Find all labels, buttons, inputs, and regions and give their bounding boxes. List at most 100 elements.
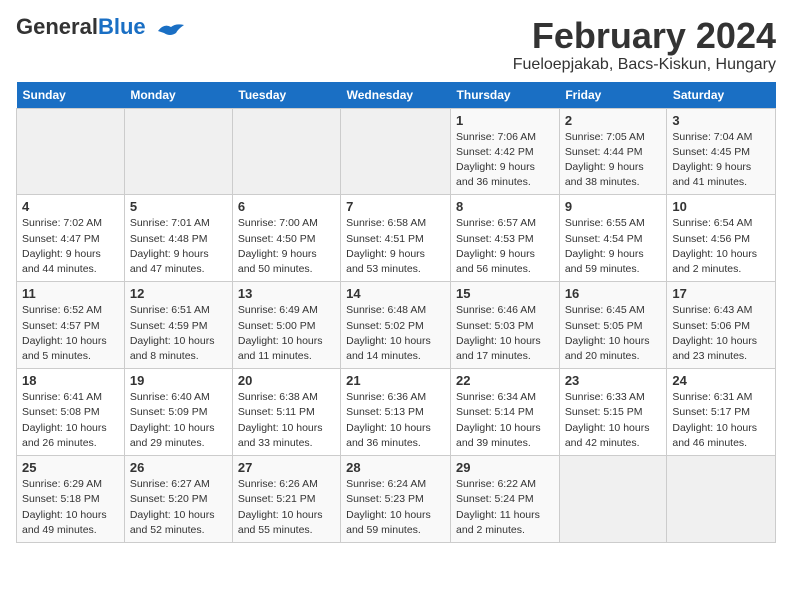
day-cell: 14 Sunrise: 6:48 AMSunset: 5:02 PMDayligh… (341, 282, 451, 369)
day-number: 1 (456, 113, 554, 128)
weekday-header-friday: Friday (559, 82, 667, 109)
day-cell: 25 Sunrise: 6:29 AMSunset: 5:18 PMDayligh… (17, 456, 125, 543)
day-info: Sunrise: 6:48 AMSunset: 5:02 PMDaylight:… (346, 303, 445, 364)
day-cell: 11 Sunrise: 6:52 AMSunset: 4:57 PMDayligh… (17, 282, 125, 369)
day-number: 20 (238, 373, 335, 388)
day-number: 19 (130, 373, 227, 388)
day-number: 3 (672, 113, 770, 128)
day-cell: 12Sunrise: 6:51 AMSunset: 4:59 PMDayligh… (124, 282, 232, 369)
day-number: 4 (22, 199, 119, 214)
day-cell: 4Sunrise: 7:02 AMSunset: 4:47 PMDaylight… (17, 195, 125, 282)
calendar-table: SundayMondayTuesdayWednesdayThursdayFrid… (16, 82, 776, 543)
day-number: 21 (346, 373, 445, 388)
day-number: 27 (238, 460, 335, 475)
day-info: Sunrise: 6:38 AMSunset: 5:11 PMDaylight:… (238, 390, 335, 451)
day-cell: 22 Sunrise: 6:34 AMSunset: 5:14 PMDayligh… (451, 369, 560, 456)
day-info: Sunrise: 6:58 AMSunset: 4:51 PMDaylight:… (346, 216, 445, 277)
day-cell: 10Sunrise: 6:54 AMSunset: 4:56 PMDayligh… (667, 195, 776, 282)
day-cell: 7Sunrise: 6:58 AMSunset: 4:51 PMDaylight… (341, 195, 451, 282)
day-cell: 29 Sunrise: 6:22 AMSunset: 5:24 PMDayligh… (451, 456, 560, 543)
day-info: Sunrise: 6:43 AMSunset: 5:06 PMDaylight:… (672, 303, 770, 364)
logo-bird-icon (156, 21, 186, 39)
day-cell: 15Sunrise: 6:46 AMSunset: 5:03 PMDayligh… (451, 282, 560, 369)
week-row-1: 1 Sunrise: 7:06 AMSunset: 4:42 PMDaylight… (17, 108, 776, 195)
day-number: 8 (456, 199, 554, 214)
day-cell (124, 108, 232, 195)
day-cell (559, 456, 667, 543)
weekday-header-tuesday: Tuesday (232, 82, 340, 109)
day-info: Sunrise: 6:40 AMSunset: 5:09 PMDaylight:… (130, 390, 227, 451)
day-info: Sunrise: 6:52 AMSunset: 4:57 PMDaylight:… (22, 303, 119, 364)
day-info: Sunrise: 6:45 AMSunset: 5:05 PMDaylight:… (565, 303, 662, 364)
day-number: 10 (672, 199, 770, 214)
day-cell: 20 Sunrise: 6:38 AMSunset: 5:11 PMDayligh… (232, 369, 340, 456)
day-info: Sunrise: 6:34 AMSunset: 5:14 PMDaylight:… (456, 390, 554, 451)
day-cell (667, 456, 776, 543)
weekday-header-sunday: Sunday (17, 82, 125, 109)
day-info: Sunrise: 6:27 AMSunset: 5:20 PMDaylight:… (130, 477, 227, 538)
week-row-4: 18 Sunrise: 6:41 AMSunset: 5:08 PMDayligh… (17, 369, 776, 456)
day-info: Sunrise: 7:00 AMSunset: 4:50 PMDaylight:… (238, 216, 335, 277)
day-number: 17 (672, 286, 770, 301)
day-number: 12 (130, 286, 227, 301)
day-cell: 19 Sunrise: 6:40 AMSunset: 5:09 PMDayligh… (124, 369, 232, 456)
day-number: 11 (22, 286, 119, 301)
day-cell (17, 108, 125, 195)
day-number: 9 (565, 199, 662, 214)
day-info: Sunrise: 7:01 AMSunset: 4:48 PMDaylight:… (130, 216, 227, 277)
day-number: 16 (565, 286, 662, 301)
title-area: February 2024 Fueloepjakab, Bacs-Kiskun,… (513, 16, 776, 74)
weekday-header-row: SundayMondayTuesdayWednesdayThursdayFrid… (17, 82, 776, 109)
day-number: 6 (238, 199, 335, 214)
day-info: Sunrise: 7:04 AMSunset: 4:45 PMDaylight:… (672, 130, 770, 191)
day-number: 28 (346, 460, 445, 475)
day-info: Sunrise: 6:26 AMSunset: 5:21 PMDaylight:… (238, 477, 335, 538)
location-title: Fueloepjakab, Bacs-Kiskun, Hungary (513, 56, 776, 74)
day-number: 13 (238, 286, 335, 301)
day-cell: 1 Sunrise: 7:06 AMSunset: 4:42 PMDaylight… (451, 108, 560, 195)
day-number: 18 (22, 373, 119, 388)
day-info: Sunrise: 6:49 AMSunset: 5:00 PMDaylight:… (238, 303, 335, 364)
logo-general: General (16, 14, 98, 39)
day-cell: 9Sunrise: 6:55 AMSunset: 4:54 PMDaylight… (559, 195, 667, 282)
day-cell: 23 Sunrise: 6:33 AMSunset: 5:15 PMDayligh… (559, 369, 667, 456)
weekday-header-saturday: Saturday (667, 82, 776, 109)
day-cell: 16 Sunrise: 6:45 AMSunset: 5:05 PMDayligh… (559, 282, 667, 369)
day-cell: 24Sunrise: 6:31 AMSunset: 5:17 PMDayligh… (667, 369, 776, 456)
day-info: Sunrise: 7:06 AMSunset: 4:42 PMDaylight:… (456, 130, 554, 191)
day-info: Sunrise: 6:33 AMSunset: 5:15 PMDaylight:… (565, 390, 662, 451)
page-header: GeneralBlue February 2024 Fueloepjakab, … (16, 16, 776, 74)
week-row-5: 25 Sunrise: 6:29 AMSunset: 5:18 PMDayligh… (17, 456, 776, 543)
day-info: Sunrise: 6:24 AMSunset: 5:23 PMDaylight:… (346, 477, 445, 538)
logo-text: GeneralBlue (16, 14, 152, 39)
weekday-header-wednesday: Wednesday (341, 82, 451, 109)
day-number: 25 (22, 460, 119, 475)
weekday-header-thursday: Thursday (451, 82, 560, 109)
day-cell: 13 Sunrise: 6:49 AMSunset: 5:00 PMDayligh… (232, 282, 340, 369)
day-number: 23 (565, 373, 662, 388)
day-info: Sunrise: 6:41 AMSunset: 5:08 PMDaylight:… (22, 390, 119, 451)
calendar-body: 1 Sunrise: 7:06 AMSunset: 4:42 PMDaylight… (17, 108, 776, 542)
day-number: 22 (456, 373, 554, 388)
day-info: Sunrise: 6:29 AMSunset: 5:18 PMDaylight:… (22, 477, 119, 538)
day-number: 2 (565, 113, 662, 128)
day-cell: 2Sunrise: 7:05 AMSunset: 4:44 PMDaylight… (559, 108, 667, 195)
day-cell: 3 Sunrise: 7:04 AMSunset: 4:45 PMDaylight… (667, 108, 776, 195)
day-cell: 8 Sunrise: 6:57 AMSunset: 4:53 PMDaylight… (451, 195, 560, 282)
logo-blue: Blue (98, 14, 146, 39)
day-cell: 27 Sunrise: 6:26 AMSunset: 5:21 PMDayligh… (232, 456, 340, 543)
logo: GeneralBlue (16, 16, 186, 39)
day-info: Sunrise: 6:22 AMSunset: 5:24 PMDaylight:… (456, 477, 554, 538)
day-cell: 28 Sunrise: 6:24 AMSunset: 5:23 PMDayligh… (341, 456, 451, 543)
day-cell: 17 Sunrise: 6:43 AMSunset: 5:06 PMDayligh… (667, 282, 776, 369)
week-row-3: 11 Sunrise: 6:52 AMSunset: 4:57 PMDayligh… (17, 282, 776, 369)
day-cell (232, 108, 340, 195)
month-title: February 2024 (513, 16, 776, 56)
day-cell: 6 Sunrise: 7:00 AMSunset: 4:50 PMDaylight… (232, 195, 340, 282)
day-number: 29 (456, 460, 554, 475)
day-cell: 18 Sunrise: 6:41 AMSunset: 5:08 PMDayligh… (17, 369, 125, 456)
day-number: 14 (346, 286, 445, 301)
day-cell (341, 108, 451, 195)
day-info: Sunrise: 6:57 AMSunset: 4:53 PMDaylight:… (456, 216, 554, 277)
week-row-2: 4Sunrise: 7:02 AMSunset: 4:47 PMDaylight… (17, 195, 776, 282)
